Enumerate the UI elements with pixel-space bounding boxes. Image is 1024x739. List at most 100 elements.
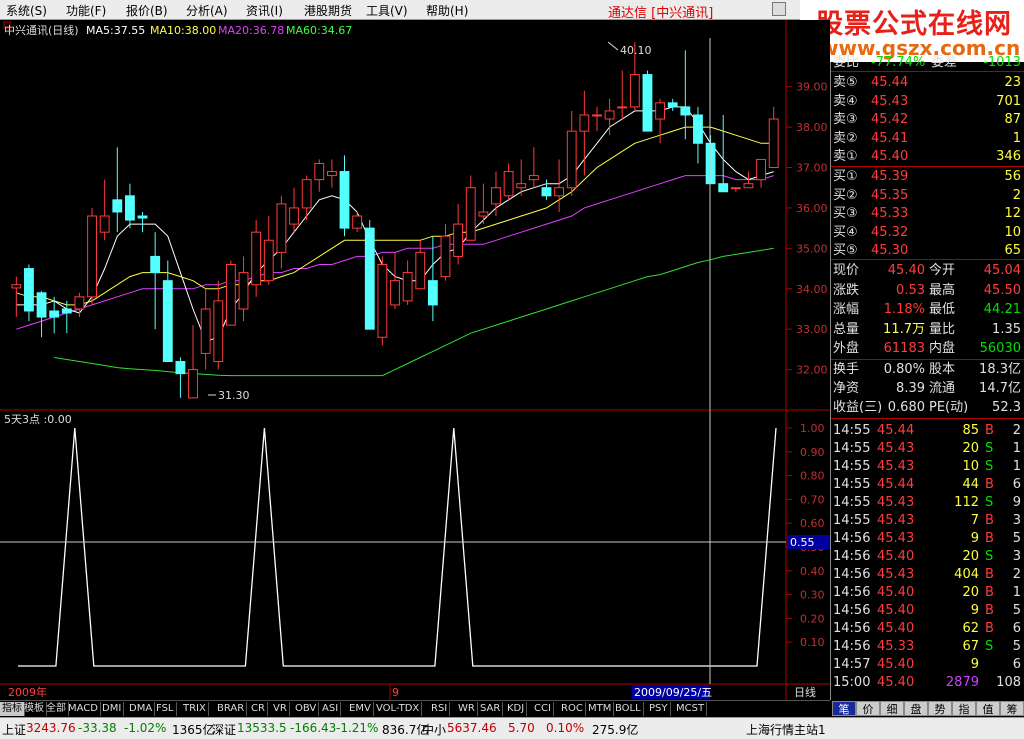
price-tick-label: 35.00 <box>796 242 828 255</box>
candle-body <box>150 255 161 274</box>
app-title: 通达信 [中兴通讯] <box>608 6 714 21</box>
date-month-label: 9 <box>392 686 399 699</box>
detail-tab-3[interactable]: 盘 <box>904 701 928 716</box>
detail-tab-7[interactable]: 筹 <box>1000 701 1024 716</box>
tick-row: 14:56 45.40 9 B 5 <box>833 603 1021 618</box>
zx-change: 5.70 <box>508 721 535 735</box>
candle-body <box>339 171 350 229</box>
candle-body <box>263 239 274 282</box>
date-cursor-label: 2009/09/25/五 <box>634 686 712 699</box>
menu-analysis[interactable]: 分析(A) <box>186 2 228 19</box>
menu-tools[interactable]: 工具(V) <box>366 2 408 19</box>
indicator-tick-label: 0.70 <box>800 493 825 506</box>
candle-body <box>137 215 148 219</box>
tab-psy[interactable]: PSY <box>647 702 671 716</box>
detail-tab-6[interactable]: 值 <box>976 701 1000 716</box>
candle-body <box>289 207 299 225</box>
kline-chart-area[interactable]: 39.00 38.00 37.00 36.00 35.00 34.00 33.00 32.00… <box>0 20 830 700</box>
menu-hk-futures[interactable]: 港股期货 <box>304 2 352 19</box>
ma10-label: MA10:38.00 <box>150 24 216 37</box>
low-marker-label: 31.30 <box>218 389 250 402</box>
minimize-icon[interactable] <box>772 2 786 16</box>
detail-tab-1[interactable]: 价 <box>856 701 880 716</box>
tab-cci[interactable]: CCI <box>532 702 554 716</box>
stat2-row: 收益(三) 0.680 PE(动) 52.3 <box>833 400 1021 415</box>
tab-macd[interactable]: MACD <box>66 702 101 716</box>
tab-cr[interactable]: CR <box>249 702 268 716</box>
tick-row: 14:56 45.43 404 B 2 <box>833 567 1021 582</box>
tab-roc[interactable]: ROC <box>559 702 586 716</box>
detail-tab-5[interactable]: 指 <box>952 701 976 716</box>
tab-emv[interactable]: EMV <box>347 702 374 716</box>
candle-body <box>352 215 363 229</box>
detail-tab-2[interactable]: 细 <box>880 701 904 716</box>
tab-brar[interactable]: BRAR <box>215 702 248 716</box>
ask-row: 卖⑤ 45.44 23 <box>833 75 1021 90</box>
status-bar: 上证 3243.76 -33.38 -1.02% 1365亿 深证 13533.… <box>0 717 1024 739</box>
stock-label: 中兴通讯(日线) <box>4 23 79 37</box>
menu-info[interactable]: 资讯(I) <box>246 2 283 19</box>
detail-tab-4[interactable]: 势 <box>928 701 952 716</box>
menu-function[interactable]: 功能(F) <box>66 2 106 19</box>
candle-body <box>516 183 527 189</box>
candle-body <box>225 264 236 326</box>
candle-body <box>768 118 779 169</box>
candle-body <box>402 272 413 302</box>
price-tick-label: 34.00 <box>796 283 828 296</box>
price-tick-label: 36.00 <box>796 202 828 215</box>
ask-row: 卖④ 45.43 701 <box>833 93 1021 109</box>
indicator-tabbar: 指标 模板 全部 MACD DMI DMA FSL TRIX BRAR CR VR OBV ASI EMV… <box>0 700 830 716</box>
bid-row: 买② 45.35 2 <box>833 187 1021 203</box>
detail-tab-0[interactable]: 笔 <box>832 701 856 716</box>
candle-body <box>87 215 97 298</box>
candle-body <box>730 187 741 190</box>
tab-rsi[interactable]: RSI <box>429 702 451 716</box>
candle-body <box>642 74 653 132</box>
candle-body <box>36 292 47 318</box>
candle-body <box>24 268 34 312</box>
sh-change: -33.38 <box>78 721 117 735</box>
tab-mtm[interactable]: MTM <box>586 702 615 716</box>
tab-trix[interactable]: TRIX <box>181 702 209 716</box>
candle-body <box>112 199 123 213</box>
tab-wr[interactable]: WR <box>456 702 478 716</box>
candle-body <box>377 264 388 338</box>
tick-row: 14:55 45.44 44 B 6 <box>833 477 1021 492</box>
tab-obv[interactable]: OBV <box>293 702 320 716</box>
menu-system[interactable]: 系统(S) <box>6 2 47 19</box>
candle-body <box>427 280 438 306</box>
price-tick-label: 32.00 <box>796 364 828 377</box>
candle-body <box>251 231 262 286</box>
menu-help[interactable]: 帮助(H) <box>426 2 468 19</box>
tab-dmi[interactable]: DMI <box>100 702 125 716</box>
candle-body <box>617 106 628 109</box>
tab-boll[interactable]: BOLL <box>613 702 644 716</box>
kline-svg[interactable]: 39.00 38.00 37.00 36.00 35.00 34.00 33.00 32.00… <box>0 20 830 700</box>
sh-amount: 1365亿 <box>172 723 215 737</box>
ask-row: 卖③ 45.42 87 <box>833 112 1021 127</box>
tick-row: 14:55 45.43 112 S 9 <box>833 495 1021 510</box>
tab-vr[interactable]: VR <box>271 702 290 716</box>
candle-body <box>465 187 476 241</box>
stat-row: 涨幅 1.18% 最低 44.21 <box>833 302 1021 317</box>
tab-vol-tdx[interactable]: VOL-TDX <box>374 702 423 716</box>
candle-body <box>175 361 186 375</box>
webi-row: 委比 -77.74% 委差 -1013 <box>833 55 1021 70</box>
menu-quote[interactable]: 报价(B) <box>126 2 168 19</box>
period-label[interactable]: 日线 <box>794 685 816 699</box>
candle-body <box>604 110 615 120</box>
candle-body <box>61 308 72 314</box>
tab-mcst[interactable]: MCST <box>674 702 708 716</box>
indicator-tick-label: 1.00 <box>800 422 825 435</box>
tab-dma[interactable]: DMA <box>127 702 156 716</box>
tab-sar[interactable]: SAR <box>478 702 504 716</box>
indicator-tick-label: 0.30 <box>800 589 825 602</box>
tab-kdj[interactable]: KDJ <box>505 702 528 716</box>
tab-fsl[interactable]: FSL <box>154 702 177 716</box>
candle-body <box>301 179 312 209</box>
indicator-tick-label: 0.20 <box>800 612 825 625</box>
server-name[interactable]: 上海行情主站1 <box>746 721 826 738</box>
stat2-row: 净资 8.39 流通 14.7亿 <box>833 381 1021 396</box>
tab-asi[interactable]: ASI <box>320 702 342 716</box>
candle-body <box>453 223 464 257</box>
